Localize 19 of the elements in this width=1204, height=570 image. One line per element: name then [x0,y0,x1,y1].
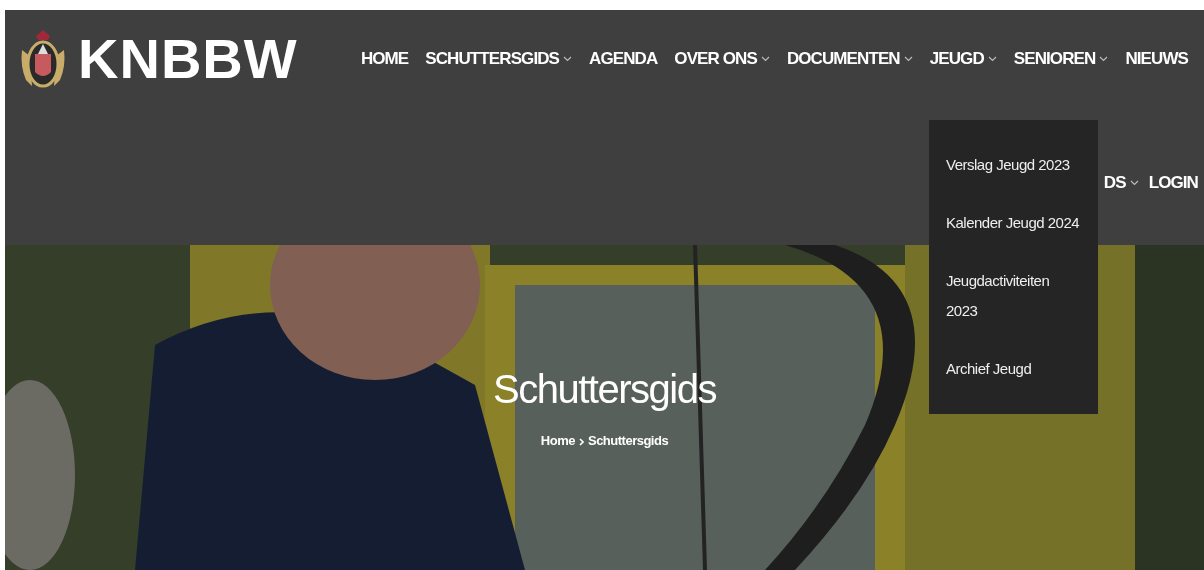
chevron-icon [578,437,584,446]
breadcrumb-current: Schuttersgids [587,432,669,450]
nav-link[interactable]: NIEUWS [1125,45,1188,72]
logo-text: KNBBW [78,30,298,87]
nav-link[interactable]: DOCUMENTEN [786,45,913,72]
dropdown-item[interactable]: Archief Jeugd [929,342,1098,400]
nav-link[interactable]: DS [1103,170,1139,196]
page-title: Schuttersgids [493,367,716,411]
dropdown-item[interactable]: Kalender Jeugd 2024 [929,196,1098,254]
nav-link[interactable]: JEUGD [929,45,997,72]
nav-link[interactable]: SCHUTTERSGIDS [425,45,573,72]
nav-link[interactable]: AGENDA [589,45,658,72]
dropdown-item[interactable]: Verslag Jeugd 2023 [929,138,1098,196]
nav-link[interactable]: LOGIN [1148,170,1198,196]
nav-link[interactable]: HOME [360,45,409,72]
nav-link[interactable]: SENIOREN [1013,45,1109,72]
nav-link[interactable]: OVER ONS [674,45,770,72]
dropdown-item[interactable]: Jeugdactiviteiten 2023 [929,254,1098,342]
breadcrumb-link[interactable]: Home [540,431,575,451]
